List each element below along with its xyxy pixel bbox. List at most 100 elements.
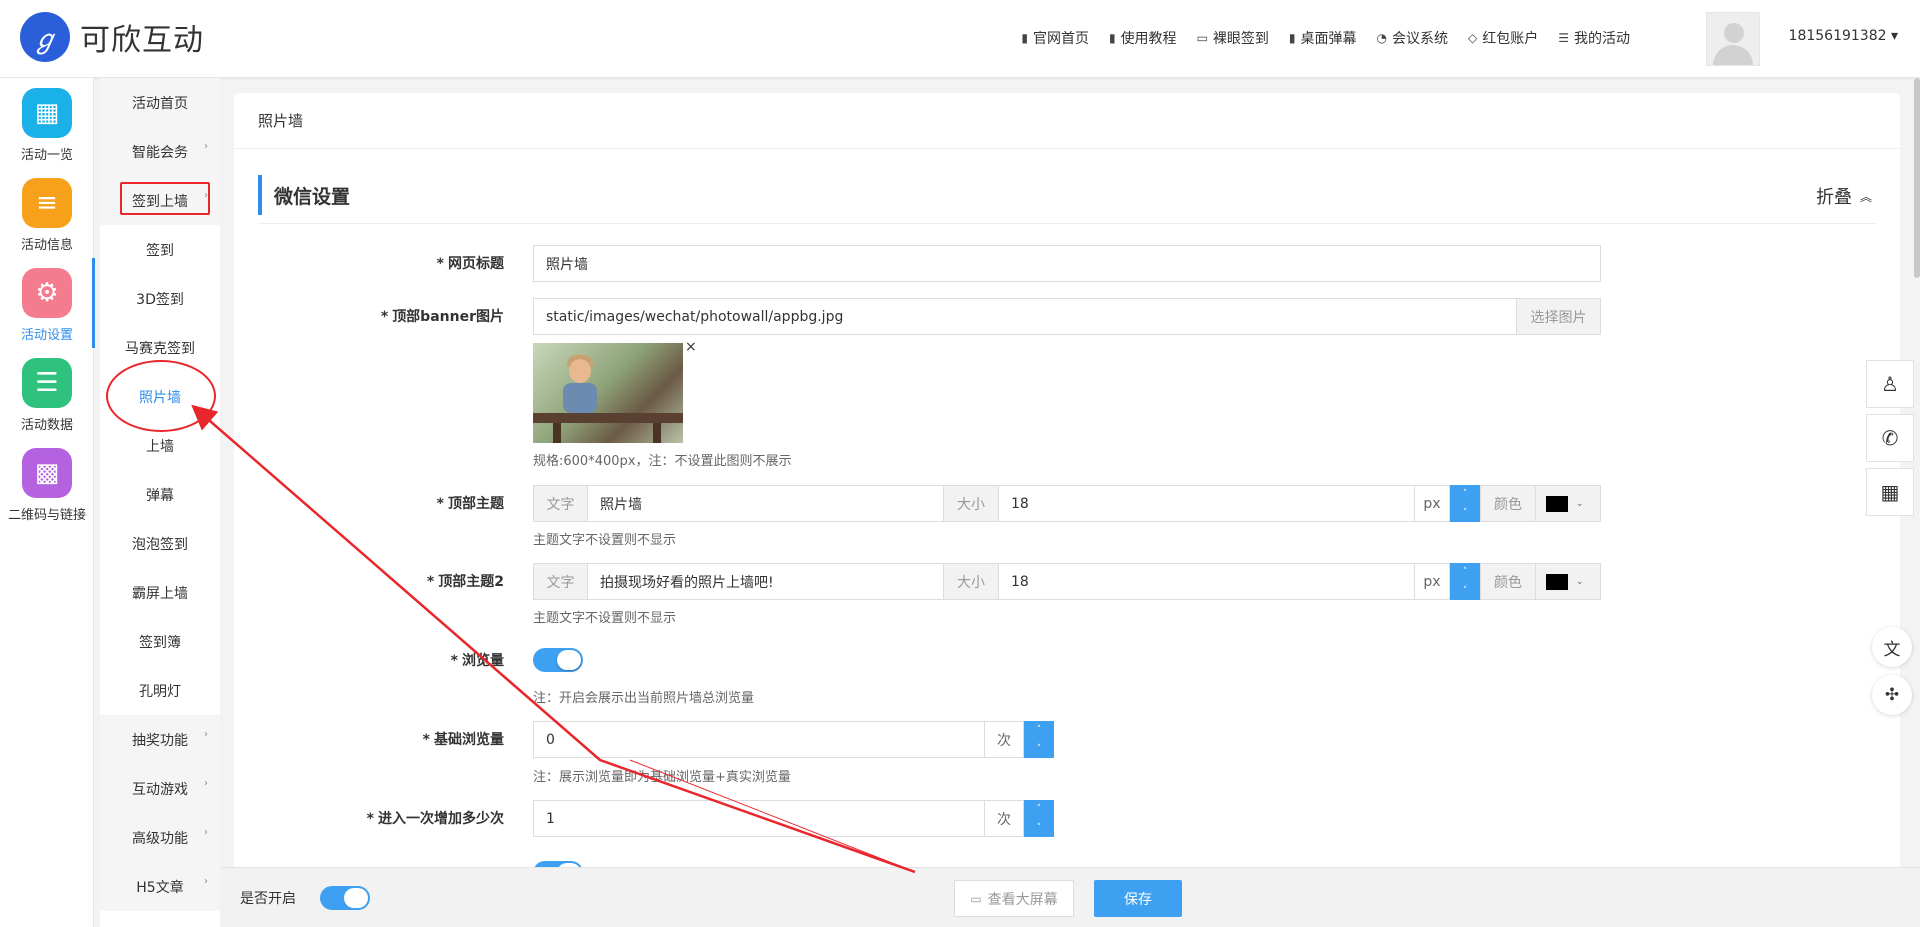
conference-icon: ◔ [1376,31,1387,45]
preview-bench [533,413,683,423]
top-nav-item[interactable]: ☰ 我的活动 [1558,28,1630,48]
secondary-menu-label: H5文章 [136,879,184,896]
page-scrollbar[interactable] [1914,78,1920,278]
annotation-rectangle [120,182,210,215]
base-views-input[interactable]: 0 [533,721,985,758]
monitor-icon: ▭ [1196,31,1208,45]
theme1-size-stepper[interactable]: ˄ ˅ [1450,485,1480,522]
top-nav-item[interactable]: ▮ 官网首页 [1021,28,1089,48]
primary-sidebar-label: 活动信息 [20,238,73,253]
remove-image-icon[interactable]: × [685,339,697,355]
translate-icon[interactable]: 文 [1872,627,1912,667]
top-nav-item[interactable]: ▮ 使用教程 [1109,28,1177,48]
secondary-menu-item[interactable]: 霸屏上墙 [100,568,220,617]
increment-input[interactable]: 1 [533,800,985,837]
qrcode-icon[interactable]: ▦ [1866,468,1914,516]
secondary-menu-label: 高级功能 [132,830,188,847]
secondary-menu-item[interactable]: 签到簿 [100,617,220,666]
save-button[interactable]: 保存 [1094,880,1182,917]
right-float-tools: ♙ ✆ ▦ [1866,360,1914,522]
secondary-menu-label: 马赛克签到 [125,340,195,357]
qq-icon[interactable]: ♙ [1866,360,1914,408]
primary-sidebar-item[interactable]: ▩ 二维码与链接 [0,438,94,528]
phone-icon[interactable]: ✆ [1866,414,1914,462]
fold-label: 折叠 [1815,187,1852,208]
stepper-down-icon[interactable]: ˅ [1463,508,1468,518]
toggle-knob [557,650,581,670]
section-title: 微信设置 [258,175,1876,215]
stepper-up-icon[interactable]: ˄ [1037,725,1042,735]
secondary-menu-item[interactable]: 互动游戏 › [100,764,220,813]
chevron-right-icon: › [204,141,208,152]
secondary-menu-item[interactable]: 活动首页 [100,78,220,127]
primary-sidebar-item[interactable]: ▦ 活动一览 [0,78,94,168]
stepper-up-icon[interactable]: ˄ [1463,567,1468,577]
secondary-menu-label: 活动首页 [132,95,188,112]
primary-sidebar-item[interactable]: ⚙ 活动设置 [0,258,95,348]
stepper-up-icon[interactable]: ˄ [1463,489,1468,499]
theme1-color-picker[interactable]: ⌄ [1535,485,1601,522]
preview-head [569,359,591,383]
views-toggle[interactable] [533,648,583,672]
secondary-menu-item[interactable]: H5文章 › [100,862,220,911]
document-icon: ▮ [1108,31,1116,45]
view-big-screen-button[interactable]: ▭ 查看大屏幕 [954,880,1074,917]
user-menu[interactable]: 18156191382 ▾ [1789,28,1898,44]
theme2-size-input[interactable]: 18 [998,563,1415,600]
secondary-menu-label: 上墙 [146,438,174,455]
network-icon[interactable]: ✣ [1872,675,1912,715]
secondary-menu-item[interactable]: 高级功能 › [100,813,220,862]
enable-toggle[interactable] [320,886,370,910]
page-title-label: * 网页标题 [436,256,504,272]
secondary-menu-label: 3D签到 [136,291,184,308]
bottom-action-bar: 是否开启 ▭ 查看大屏幕 保存 [220,867,1920,927]
theme2-text-input[interactable]: 拍摄现场好看的照片上墙吧! [587,563,944,600]
logo-mark-icon: ℊ [20,12,70,62]
choose-image-button[interactable]: 选择图片 [1516,298,1601,335]
stepper-down-icon[interactable]: ˅ [1463,586,1468,596]
secondary-menu-label: 孔明灯 [139,683,181,700]
base-views-unit: 次 [984,721,1024,758]
top-nav-item[interactable]: ▮ 桌面弹幕 [1289,28,1357,48]
secondary-menu-item[interactable]: 孔明灯 [100,666,220,715]
primary-sidebar-label: 二维码与链接 [7,508,86,523]
top-nav-item[interactable]: ◇ 红包账户 [1468,28,1538,48]
document-icon: ▮ [1021,31,1028,45]
top-nav-item[interactable]: ▭ 裸眼签到 [1197,28,1269,48]
secondary-menu-item[interactable]: 抽奖功能 › [100,715,220,764]
avatar-head [1724,23,1744,43]
primary-sidebar-label: 活动设置 [20,328,73,343]
preview-body [563,383,597,413]
stepper-down-icon[interactable]: ˅ [1037,823,1042,833]
secondary-menu-item[interactable]: 智能会务 › [100,127,220,176]
secondary-menu-label: 抽奖功能 [132,732,188,749]
secondary-menu-item[interactable]: 3D签到 [100,274,220,323]
stepper-down-icon[interactable]: ˅ [1037,744,1042,754]
theme1-text-input[interactable]: 照片墙 [587,485,944,522]
avatar[interactable] [1706,12,1760,66]
logo-text: 可欣互动 [80,23,204,58]
theme1-size-addon: 大小 [943,485,999,522]
preview-bench-leg [653,423,661,443]
page-title-input[interactable]: 照片墙 [533,245,1601,282]
theme2-color-picker[interactable]: ⌄ [1535,563,1601,600]
logo[interactable]: ℊ 可欣互动 [20,12,204,62]
secondary-menu-item[interactable]: 泡泡签到 [100,519,220,568]
top-nav-label: 桌面弹幕 [1300,31,1357,47]
base-views-stepper[interactable]: ˄ ˅ [1024,721,1054,758]
top-nav-item[interactable]: ◔ 会议系统 [1377,28,1448,48]
primary-sidebar-item[interactable]: ☰ 活动数据 [0,348,94,438]
primary-sidebar-item[interactable]: ≡ 活动信息 [0,168,94,258]
theme2-hint: 主题文字不设置则不显示 [533,611,677,626]
theme1-size-input[interactable]: 18 [998,485,1415,522]
fold-toggle[interactable]: 折叠 ︽ [1816,183,1872,209]
secondary-menu-item[interactable]: 弹幕 [100,470,220,519]
stepper-up-icon[interactable]: ˄ [1037,804,1042,814]
theme2-size-stepper[interactable]: ˄ ˅ [1450,563,1480,600]
secondary-menu-item[interactable]: 签到 [100,225,220,274]
banner-path-input[interactable]: static/images/wechat/photowall/appbg.jpg [533,298,1517,335]
diamond-icon: ◇ [1468,31,1478,45]
base-views-hint: 注：展示浏览量即为基础浏览量+真实浏览量 [533,770,791,785]
increment-stepper[interactable]: ˄ ˅ [1024,800,1054,837]
theme1-unit-addon: px [1414,485,1450,522]
